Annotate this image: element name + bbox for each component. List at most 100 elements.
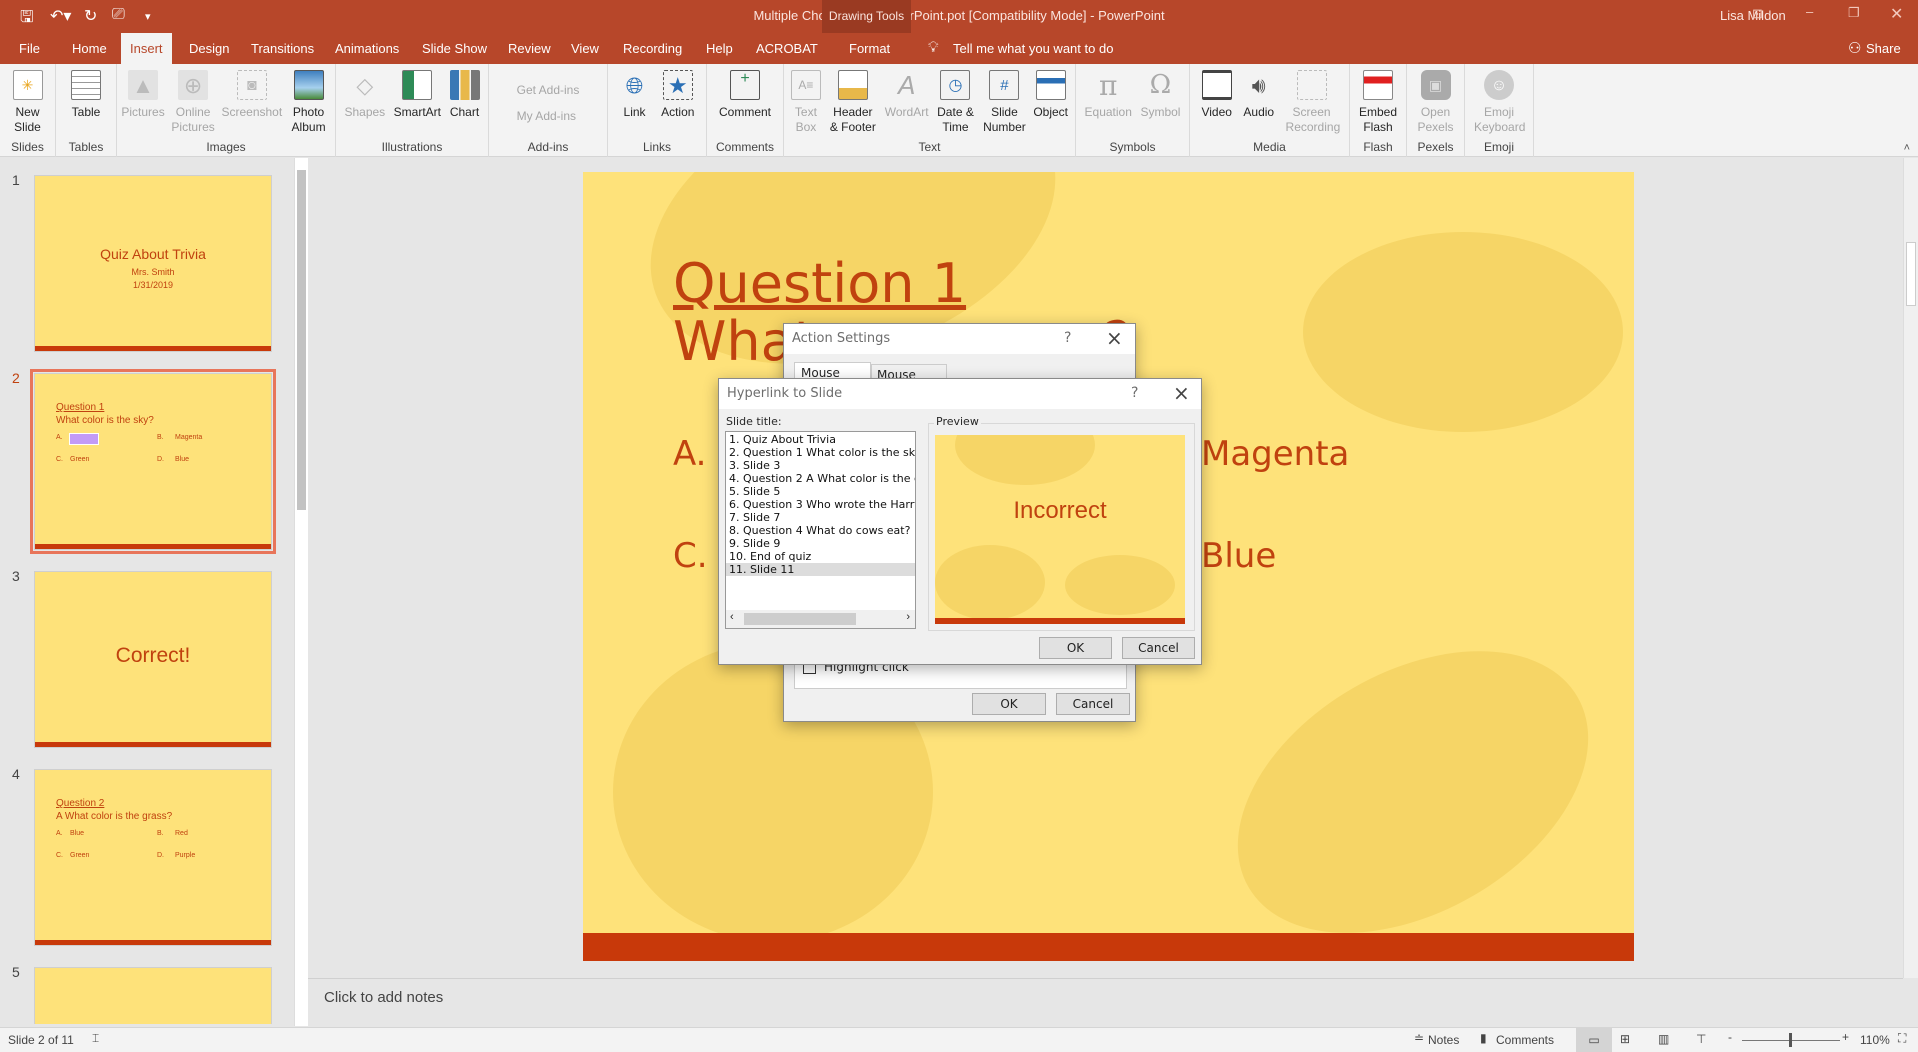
slide-number-button[interactable]: # Slide Number [982,64,1026,141]
link-button[interactable]: 🌐︎ Link [620,64,650,141]
comments-icon[interactable]: ▮ [1480,1031,1487,1045]
thumbnail-slide-5[interactable] [34,967,272,1024]
slide-list-item[interactable]: 2. Question 1 What color is the sky? [726,446,915,459]
table-button[interactable]: Table [71,64,101,141]
slide-heading[interactable]: Question 1 [673,252,966,315]
thumbnails-scrollbar[interactable] [294,158,308,1026]
wordart-button[interactable]: A WordArt [885,64,929,141]
tab-insert[interactable]: Insert [121,33,172,64]
tab-help[interactable]: Help [697,33,742,64]
tab-design[interactable]: Design [180,33,238,64]
notes-placeholder[interactable]: Click to add notes [324,989,443,1006]
spell-check-icon[interactable]: ⌶ [92,1031,99,1046]
video-button[interactable]: Video [1201,64,1232,141]
slide-list-item[interactable]: 8. Question 4 What do cows eat? [726,524,915,537]
slide-list-item[interactable]: 5. Slide 5 [726,485,915,498]
zoom-in-icon[interactable]: + [1842,1030,1849,1044]
zoom-slider-thumb[interactable] [1789,1033,1792,1047]
tab-transitions[interactable]: Transitions [242,33,323,64]
slide-list-item[interactable]: 1. Quiz About Trivia [726,433,915,446]
reading-view-icon[interactable]: ▥ [1658,1032,1669,1046]
tab-view[interactable]: View [562,33,608,64]
slide-option-c[interactable]: C. [673,536,708,576]
restore-icon[interactable]: ❐ [1848,5,1860,21]
fit-to-window-icon[interactable]: ⛶ [1898,1031,1906,1046]
tab-review[interactable]: Review [499,33,560,64]
open-pexels-button[interactable]: ▣ Open Pexels [1416,64,1456,141]
slide-list-item[interactable]: 6. Question 3 Who wrote the Harry Potter [726,498,915,511]
photo-album-button[interactable]: Photo Album [287,64,331,141]
tab-slide-show[interactable]: Slide Show [413,33,496,64]
close-icon[interactable]: ✕ [1890,4,1903,24]
tab-recording[interactable]: Recording [614,33,691,64]
slide-show-icon[interactable]: ⊤ [1696,1032,1706,1046]
comments-button[interactable]: Comments [1496,1033,1554,1047]
notes-button[interactable]: Notes [1428,1033,1459,1047]
zoom-level[interactable]: 110% [1860,1033,1890,1047]
embed-flash-button[interactable]: Embed Flash [1358,64,1398,141]
slide-list-item[interactable]: 4. Question 2 A What color is the grass? [726,472,915,485]
scroll-right-icon[interactable]: › [906,611,910,623]
slide-list-item[interactable]: 11. Slide 11 [726,563,915,576]
header-footer-button[interactable]: Header & Footer [828,64,878,141]
scrollbar-thumb[interactable] [1906,242,1916,306]
tab-format[interactable]: Format [840,33,899,64]
tab-home[interactable]: Home [63,33,116,64]
smartart-button[interactable]: SmartArt [394,64,441,141]
ribbon-display-options-icon[interactable]: ⊡ [1752,6,1763,22]
pictures-button[interactable]: ▲ Pictures [121,64,165,141]
help-button[interactable]: ? [1064,330,1071,346]
ok-button[interactable]: OK [1039,637,1112,659]
cancel-button[interactable]: Cancel [1122,637,1195,659]
slide-list-item[interactable]: 9. Slide 9 [726,537,915,550]
tell-me-search[interactable]: Tell me what you want to do [953,41,1113,56]
thumbnail-slide-2[interactable]: Question 1 What color is the sky? A. B. … [30,369,276,554]
slide-title-listbox[interactable]: 1. Quiz About Trivia 2. Question 1 What c… [725,431,916,629]
tab-animations[interactable]: Animations [326,33,408,64]
chart-button[interactable]: Chart [449,64,480,141]
thumbnail-slide-4[interactable]: Question 2 A What color is the grass? A.… [34,769,272,946]
scrollbar-thumb[interactable] [297,170,306,510]
shapes-button[interactable]: ◇ Shapes [344,64,385,141]
slide-scrollbar[interactable] [1903,158,1918,978]
slide-list-item[interactable]: 7. Slide 7 [726,511,915,524]
share-button[interactable]: Share [1866,41,1901,56]
tab-acrobat[interactable]: ACROBAT [747,33,827,64]
screenshot-button[interactable]: ◙ Screenshot [221,64,282,141]
comment-button[interactable]: + Comment [719,64,771,141]
close-icon[interactable]: × [1106,326,1123,350]
new-slide-button[interactable]: ✳ New Slide [8,64,48,141]
slide-option-d[interactable]: Blue [1201,536,1276,576]
emoji-keyboard-button[interactable]: ☺ Emoji Keyboard [1474,64,1525,141]
online-pictures-button[interactable]: ⊕ Online Pictures [169,64,217,141]
slide-list-item[interactable]: 10. End of quiz [726,550,915,563]
thumbnail-slide-1[interactable]: Quiz About Trivia Mrs. Smith 1/31/2019 [34,175,272,352]
slide-option-b[interactable]: Magenta [1201,434,1349,474]
object-button[interactable]: Object [1033,64,1068,141]
ok-button[interactable]: OK [972,693,1046,715]
screen-recording-button[interactable]: Screen Recording [1286,64,1340,141]
text-box-button[interactable]: A≡ Text Box [790,64,821,141]
slide-sorter-icon[interactable]: ⊞ [1620,1032,1630,1046]
cancel-button[interactable]: Cancel [1056,693,1130,715]
symbol-button[interactable]: Ω Symbol [1140,64,1180,141]
audio-button[interactable]: 🔊︎ Audio [1243,64,1274,141]
thumbnail-slide-3[interactable]: Correct! [34,571,272,748]
action-button[interactable]: ★ Action [661,64,694,141]
slide-list-item[interactable]: 3. Slide 3 [726,459,915,472]
get-add-ins-button[interactable]: Get Add-ins [517,83,580,97]
scroll-left-icon[interactable]: ‹ [730,611,734,623]
collapse-ribbon-icon[interactable]: ˄ [1904,142,1910,154]
horizontal-scrollbar[interactable]: ‹ › [726,610,915,628]
help-button[interactable]: ? [1131,385,1138,401]
notes-icon[interactable]: ≐ [1414,1031,1424,1045]
minimize-icon[interactable]: – [1806,4,1813,19]
notes-pane[interactable]: Click to add notes [308,978,1903,1018]
share-icon[interactable]: ⚇ [1848,39,1861,57]
close-icon[interactable]: × [1173,381,1190,405]
zoom-out-icon[interactable]: - [1728,1030,1732,1044]
normal-view-icon[interactable]: ▭ [1576,1028,1612,1052]
equation-button[interactable]: π Equation [1085,64,1132,141]
date-time-button[interactable]: ◷ Date & Time [935,64,975,141]
tab-file[interactable]: File [10,33,49,64]
